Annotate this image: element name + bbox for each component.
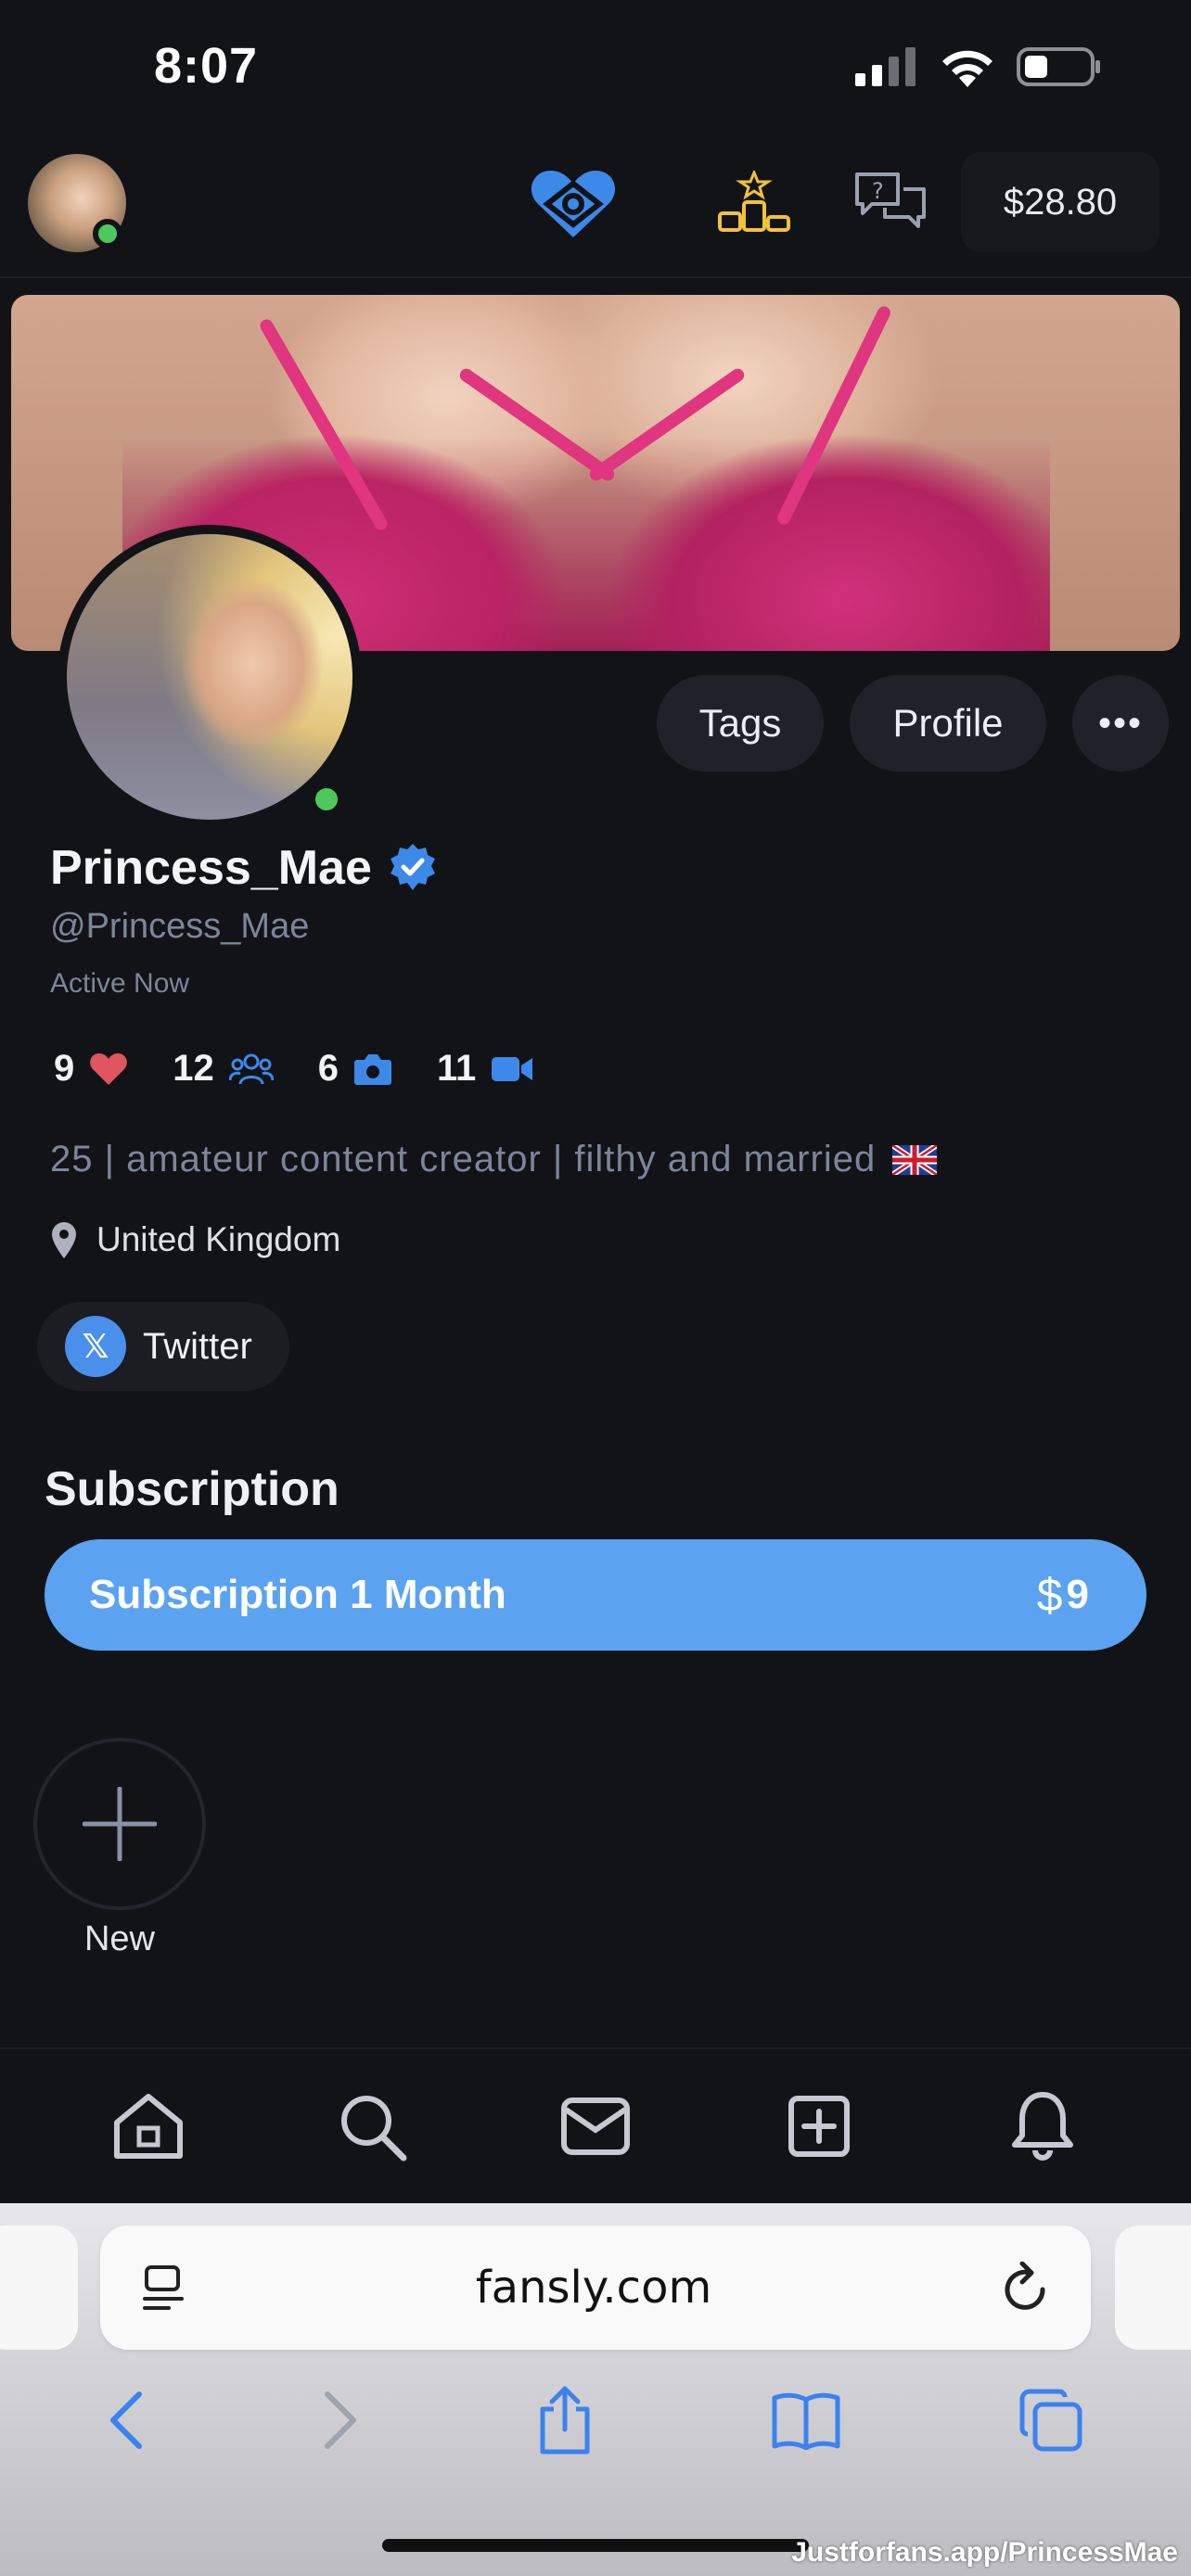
fansly-heart-icon[interactable] xyxy=(529,167,618,239)
svg-text:?: ? xyxy=(872,178,884,204)
tabs-icon[interactable] xyxy=(1018,2388,1083,2453)
profile-stats: 9 12 6 11 xyxy=(54,1048,533,1090)
wallet-balance-button[interactable]: $28.80 xyxy=(961,152,1159,252)
subscription-heading: Subscription xyxy=(45,1462,339,1516)
tab-messages[interactable] xyxy=(549,2080,642,2173)
next-tab-preview[interactable] xyxy=(1115,2225,1191,2350)
camera-icon xyxy=(354,1053,391,1085)
tags-button[interactable]: Tags xyxy=(657,675,824,772)
cellular-signal-icon xyxy=(855,47,916,86)
uk-flag-icon xyxy=(892,1144,938,1175)
verified-badge-icon xyxy=(390,844,435,890)
profile-bio: 25 | amateur content creator | filthy an… xyxy=(50,1139,938,1180)
browser-toolbar xyxy=(0,2374,1191,2467)
status-time: 8:07 xyxy=(154,38,259,94)
wifi-icon xyxy=(942,50,992,87)
profile-online-dot xyxy=(310,783,343,816)
watermark-text: Justforfans.app/PrincessMae xyxy=(791,2537,1178,2568)
new-story-button[interactable] xyxy=(33,1738,206,1910)
followers-stat[interactable]: 12 xyxy=(173,1048,274,1090)
home-icon xyxy=(114,2094,184,2159)
followers-count: 12 xyxy=(173,1048,214,1089)
more-options-button[interactable]: ••• xyxy=(1072,675,1169,772)
search-icon xyxy=(341,2096,407,2162)
new-story-label: New xyxy=(83,1919,156,1958)
x-logo-icon: 𝕏 xyxy=(65,1316,126,1377)
activity-status: Active Now xyxy=(50,968,190,999)
create-post-icon xyxy=(788,2096,850,2157)
tab-notifications[interactable] xyxy=(996,2080,1089,2173)
notifications-icon xyxy=(1011,2092,1073,2161)
subscribe-button[interactable]: Subscription 1 Month $ 9 xyxy=(45,1539,1146,1651)
reload-icon[interactable] xyxy=(1002,2262,1050,2314)
display-name: Princess_Mae xyxy=(50,841,372,895)
photos-count: 6 xyxy=(317,1048,339,1089)
likes-count: 9 xyxy=(54,1048,75,1089)
online-status-dot xyxy=(93,219,122,249)
bio-text: 25 | amateur content creator | filthy an… xyxy=(50,1139,877,1180)
profile-handle: @Princess_Mae xyxy=(50,907,310,946)
twitter-label: Twitter xyxy=(143,1325,252,1367)
likes-stat[interactable]: 9 xyxy=(54,1048,128,1090)
reader-mode-icon[interactable] xyxy=(141,2264,186,2312)
profile-location: United Kingdom xyxy=(50,1220,340,1259)
bookmarks-icon[interactable] xyxy=(771,2391,841,2450)
price-amount: 9 xyxy=(1066,1572,1089,1617)
status-icons xyxy=(855,46,1102,87)
help-chat-icon[interactable]: ? xyxy=(853,171,928,232)
messages-icon xyxy=(560,2098,630,2155)
tab-search[interactable] xyxy=(326,2080,418,2173)
twitter-link[interactable]: 𝕏 Twitter xyxy=(37,1302,289,1391)
photos-stat[interactable]: 6 xyxy=(318,1048,392,1090)
location-pin-icon xyxy=(52,1222,76,1258)
url-text: fansly.com xyxy=(475,2262,712,2314)
battery-icon xyxy=(1017,47,1100,86)
subscription-price: $ 9 xyxy=(1037,1568,1089,1622)
previous-tab-preview[interactable] xyxy=(0,2225,78,2350)
tab-home[interactable] xyxy=(102,2080,195,2173)
profile-avatar[interactable] xyxy=(67,534,352,820)
location-text: United Kingdom xyxy=(96,1220,341,1258)
profile-button[interactable]: Profile xyxy=(850,675,1046,772)
videos-count: 11 xyxy=(437,1048,477,1089)
price-currency: $ xyxy=(1036,1569,1063,1621)
followers-icon xyxy=(228,1053,274,1084)
bottom-tab-bar xyxy=(0,2047,1191,2203)
videos-stat[interactable]: 11 xyxy=(437,1048,533,1090)
address-bar[interactable]: fansly.com xyxy=(100,2225,1091,2350)
heart-icon xyxy=(90,1052,128,1085)
share-icon[interactable] xyxy=(537,2385,593,2455)
back-icon[interactable] xyxy=(108,2391,145,2450)
video-camera-icon xyxy=(492,1056,533,1081)
forward-icon[interactable] xyxy=(322,2391,359,2450)
subscription-tier-label: Subscription 1 Month xyxy=(89,1572,506,1617)
leaderboard-icon[interactable] xyxy=(716,171,792,232)
profile-name-row: Princess_Mae xyxy=(50,840,439,896)
plus-icon xyxy=(83,1787,157,1861)
home-indicator xyxy=(382,2539,809,2552)
tab-create-post[interactable] xyxy=(773,2080,865,2173)
